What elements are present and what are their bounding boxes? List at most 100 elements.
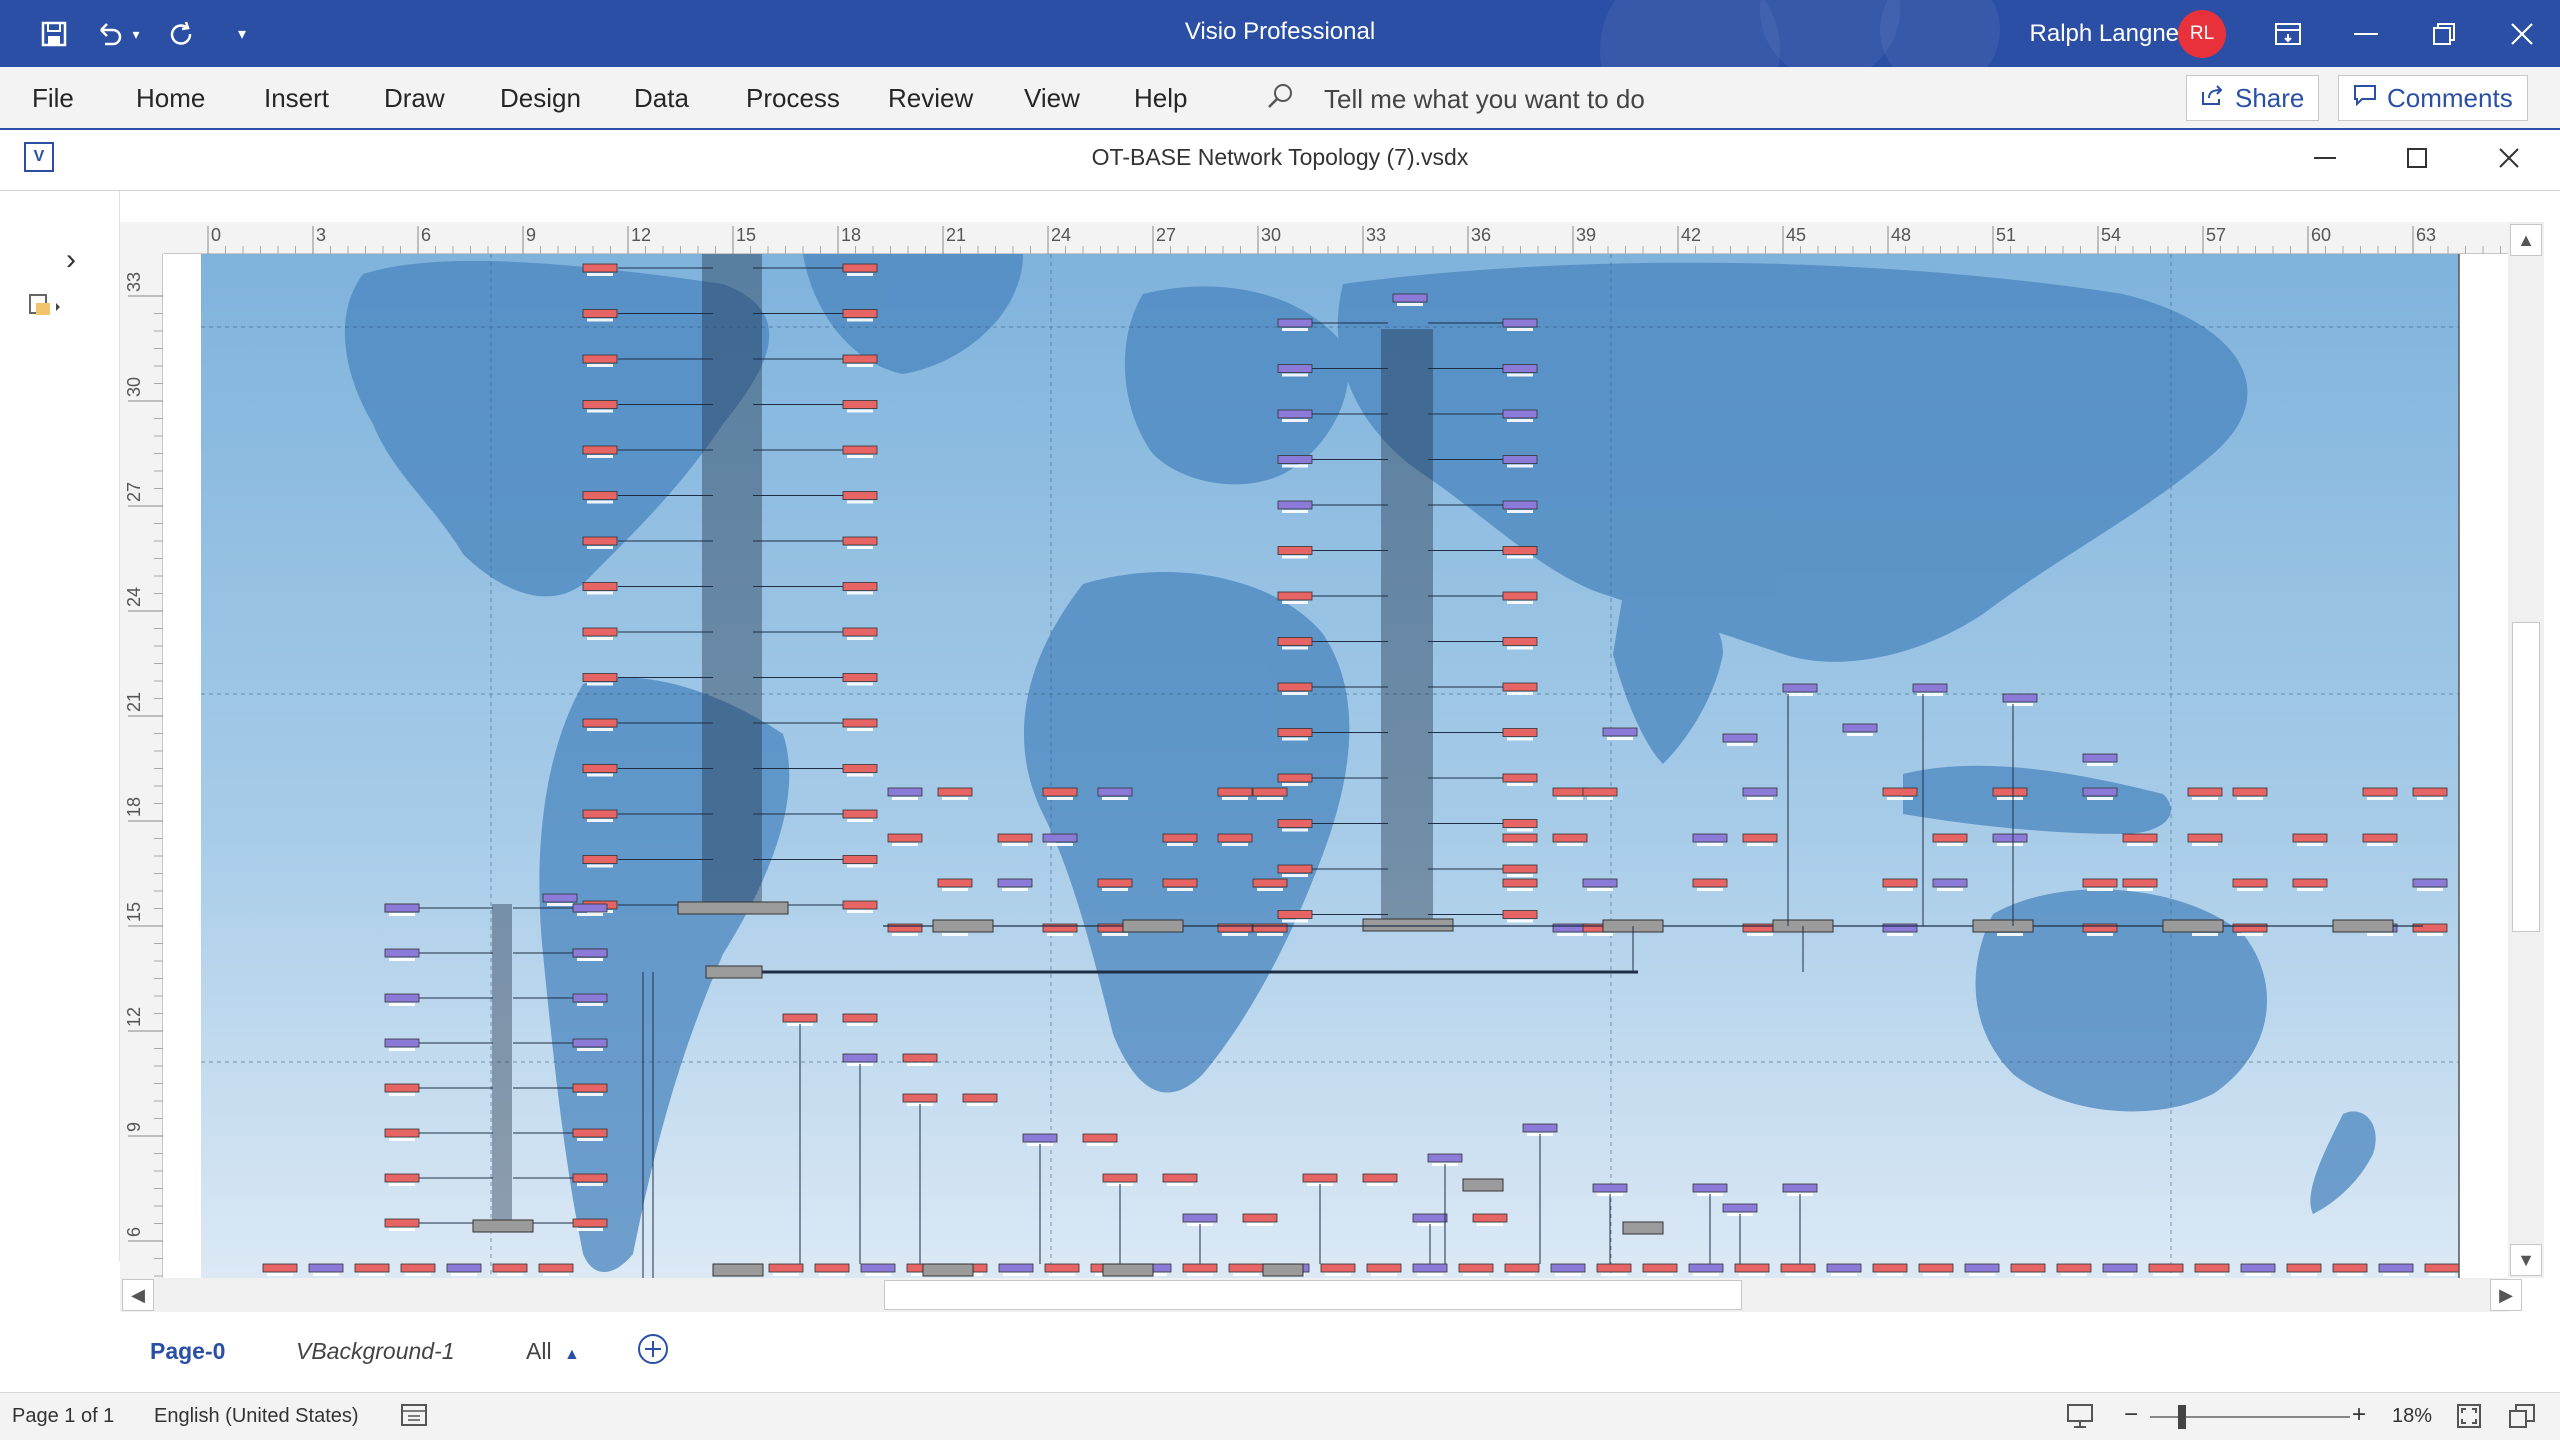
device-node[interactable] — [962, 1093, 998, 1106]
comments-button[interactable]: Comments — [2338, 75, 2528, 121]
device-node[interactable] — [384, 948, 420, 961]
device-node[interactable] — [1502, 455, 1538, 468]
network-topology-diagram[interactable] — [163, 254, 2508, 1278]
device-node[interactable] — [572, 1038, 608, 1051]
device-node[interactable] — [572, 903, 608, 916]
device-node[interactable] — [1734, 1263, 1770, 1276]
device-node[interactable] — [1912, 683, 1948, 696]
device-node[interactable] — [2332, 1263, 2368, 1276]
device-node[interactable] — [2187, 787, 2223, 800]
device-node[interactable] — [1502, 546, 1538, 559]
device-node[interactable] — [2362, 833, 2398, 846]
device-node[interactable] — [582, 673, 618, 686]
switch-node[interactable] — [932, 919, 994, 933]
switch-node[interactable] — [712, 1263, 764, 1277]
device-node[interactable] — [1412, 1263, 1448, 1276]
device-node[interactable] — [582, 536, 618, 549]
lightbulb-search-icon[interactable] — [1266, 81, 1296, 118]
drawing-canvas[interactable] — [163, 254, 2508, 1278]
device-node[interactable] — [1502, 318, 1538, 331]
device-node[interactable] — [384, 903, 420, 916]
tab-page-0[interactable]: Page-0 — [150, 1338, 225, 1365]
device-node[interactable] — [1504, 1263, 1540, 1276]
device-node[interactable] — [1366, 1263, 1402, 1276]
device-node[interactable] — [1162, 833, 1198, 846]
device-node[interactable] — [1277, 591, 1313, 604]
vertical-scrollbar[interactable]: ▲ ▼ — [2508, 222, 2544, 1278]
device-node[interactable] — [887, 833, 923, 846]
tab-design[interactable]: Design — [500, 83, 581, 114]
device-node[interactable] — [842, 400, 878, 413]
device-node[interactable] — [1458, 1263, 1494, 1276]
device-node[interactable] — [1642, 1263, 1678, 1276]
zoom-in-icon[interactable]: + — [2352, 1401, 2366, 1429]
device-node[interactable] — [1688, 1263, 1724, 1276]
switch-node[interactable] — [677, 901, 789, 915]
device-node[interactable] — [2187, 833, 2223, 846]
device-node[interactable] — [1162, 1173, 1198, 1186]
device-node[interactable] — [842, 855, 878, 868]
switch-node[interactable] — [1972, 919, 2034, 933]
device-node[interactable] — [1502, 728, 1538, 741]
device-node[interactable] — [2378, 1263, 2414, 1276]
scroll-up-arrow-icon[interactable]: ▲ — [2510, 224, 2542, 256]
doc-minimize-icon[interactable] — [2300, 136, 2350, 180]
switch-node[interactable] — [2332, 919, 2394, 933]
device-node[interactable] — [937, 787, 973, 800]
device-node[interactable] — [1550, 1263, 1586, 1276]
device-node[interactable] — [572, 1218, 608, 1231]
device-node[interactable] — [1692, 833, 1728, 846]
fit-to-window-icon[interactable] — [2456, 1403, 2482, 1435]
device-node[interactable] — [1162, 878, 1198, 891]
device-node[interactable] — [2002, 693, 2038, 706]
device-node[interactable] — [1582, 787, 1618, 800]
device-node[interactable] — [842, 764, 878, 777]
expand-shapes-chevron-icon[interactable]: › — [66, 243, 76, 277]
horizontal-scrollbar[interactable]: ◀ ▶ — [120, 1278, 2522, 1312]
switch-node[interactable] — [1622, 1221, 1664, 1235]
device-node[interactable] — [582, 582, 618, 595]
device-node[interactable] — [1932, 878, 1968, 891]
device-node[interactable] — [2148, 1263, 2184, 1276]
device-node[interactable] — [354, 1263, 390, 1276]
device-node[interactable] — [308, 1263, 344, 1276]
device-node[interactable] — [582, 309, 618, 322]
switch-node[interactable] — [1102, 1263, 1154, 1277]
scroll-down-arrow-icon[interactable]: ▼ — [2510, 1244, 2542, 1276]
device-node[interactable] — [384, 993, 420, 1006]
device-node[interactable] — [262, 1263, 298, 1276]
device-node[interactable] — [842, 536, 878, 549]
device-node[interactable] — [2194, 1263, 2230, 1276]
device-node[interactable] — [1552, 833, 1588, 846]
switch-node[interactable] — [1362, 918, 1454, 932]
device-node[interactable] — [1826, 1263, 1862, 1276]
device-node[interactable] — [582, 400, 618, 413]
add-page-icon[interactable] — [636, 1332, 670, 1372]
device-node[interactable] — [1228, 1263, 1264, 1276]
device-node[interactable] — [1472, 1213, 1508, 1226]
device-node[interactable] — [2056, 1263, 2092, 1276]
device-node[interactable] — [1277, 455, 1313, 468]
device-node[interactable] — [902, 1053, 938, 1066]
device-node[interactable] — [384, 1083, 420, 1096]
switch-node[interactable] — [1462, 1178, 1504, 1192]
device-node[interactable] — [842, 627, 878, 640]
device-node[interactable] — [582, 809, 618, 822]
device-node[interactable] — [2240, 1263, 2276, 1276]
doc-close-icon[interactable] — [2484, 136, 2534, 180]
zoom-level[interactable]: 18% — [2392, 1405, 2432, 1428]
device-node[interactable] — [2412, 787, 2448, 800]
device-node[interactable] — [860, 1263, 896, 1276]
device-node[interactable] — [384, 1173, 420, 1186]
device-node[interactable] — [842, 582, 878, 595]
device-node[interactable] — [2232, 787, 2268, 800]
device-node[interactable] — [2010, 1263, 2046, 1276]
device-node[interactable] — [1582, 878, 1618, 891]
language-indicator[interactable]: English (United States) — [154, 1405, 359, 1428]
macro-record-icon[interactable] — [400, 1403, 428, 1433]
share-button[interactable]: Share — [2186, 75, 2320, 121]
switch-node[interactable] — [2162, 919, 2224, 933]
device-node[interactable] — [572, 948, 608, 961]
device-node[interactable] — [1277, 910, 1313, 923]
device-node[interactable] — [842, 900, 878, 913]
